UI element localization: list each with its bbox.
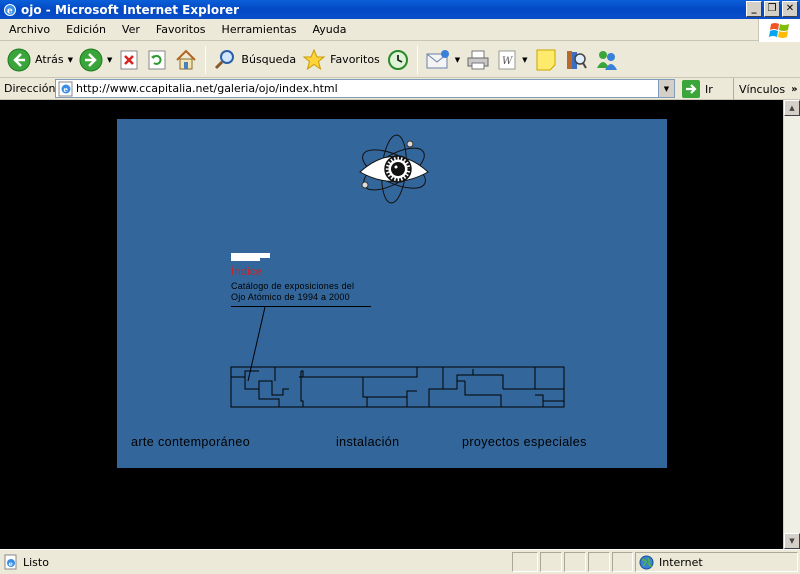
close-button[interactable]: ✕ [782, 1, 798, 17]
nav-instalacion[interactable]: instalación [336, 435, 399, 449]
menu-archivo[interactable]: Archivo [0, 23, 58, 36]
favorites-button[interactable]: Favoritos [299, 45, 383, 75]
title-bar: e ojo - Microsoft Internet Explorer _ ❐ … [0, 0, 800, 19]
go-arrow-icon [682, 80, 700, 98]
toolbar: Atrás ▼ ▼ Búsqueda Favoritos ▼ W ▼ [0, 42, 800, 78]
address-url: http://www.ccapitalia.net/galeria/ojo/in… [76, 82, 338, 95]
window-title: ojo - Microsoft Internet Explorer [21, 2, 240, 17]
mail-button[interactable]: ▼ [422, 45, 463, 75]
search-button[interactable]: Búsqueda [210, 45, 299, 75]
status-pane [564, 552, 586, 572]
windows-flag-icon [768, 22, 789, 38]
word-icon: W [498, 50, 516, 69]
print-button[interactable] [463, 45, 493, 75]
restore-icon: ❐ [767, 3, 777, 14]
favorites-label: Favoritos [330, 53, 380, 66]
chevron-right-icon: » [791, 83, 798, 95]
messenger-button[interactable] [591, 45, 623, 75]
history-button[interactable] [383, 45, 413, 75]
chevron-down-icon: ▼ [789, 537, 795, 545]
toolbar-separator [416, 45, 418, 74]
page-viewport: Índice Catálogo de exposiciones del Ojo … [0, 100, 783, 549]
forward-dropdown-icon[interactable]: ▼ [107, 56, 112, 64]
page-done-icon: e [4, 554, 17, 570]
nav-arte-contemporaneo[interactable]: arte contemporáneo [131, 435, 250, 449]
home-button[interactable] [171, 45, 201, 75]
address-input[interactable]: e http://www.ccapitalia.net/galeria/ojo/… [55, 79, 675, 98]
menu-herramientas[interactable]: Herramientas [214, 23, 305, 36]
chevron-down-icon: ▼ [663, 84, 670, 93]
star-icon [302, 48, 326, 70]
research-button[interactable] [561, 45, 591, 75]
close-icon: ✕ [785, 3, 795, 14]
back-button[interactable]: Atrás ▼ [4, 45, 76, 75]
stop-button[interactable] [115, 45, 143, 75]
chevron-up-icon: ▲ [789, 104, 795, 112]
svg-text:e: e [9, 560, 13, 568]
scroll-down-button[interactable]: ▼ [784, 533, 800, 549]
address-dropdown-button[interactable]: ▼ [658, 80, 674, 97]
messenger-icon [596, 50, 617, 70]
svg-text:e: e [7, 6, 13, 16]
scroll-up-button[interactable]: ▲ [784, 100, 800, 116]
windows-logo [758, 19, 800, 42]
back-arrow-icon [7, 48, 31, 71]
status-pane [512, 552, 538, 572]
security-zone: Internet [635, 552, 798, 572]
address-bar: Dirección e http://www.ccapitalia.net/ga… [0, 78, 800, 100]
menu-bar: Archivo Edición Ver Favoritos Herramient… [0, 19, 800, 41]
globe-icon [639, 555, 654, 569]
minimize-icon: _ [751, 3, 757, 14]
home-icon [176, 49, 197, 69]
vertical-scrollbar[interactable]: ▲ ▼ [783, 100, 800, 549]
links-button[interactable]: Vínculos » [733, 78, 798, 100]
forward-arrow-icon [79, 48, 103, 71]
search-label: Búsqueda [241, 53, 297, 66]
menu-ver[interactable]: Ver [114, 23, 148, 36]
links-label: Vínculos [739, 82, 786, 96]
mail-dropdown-icon[interactable]: ▼ [455, 56, 460, 64]
go-label: Ir [705, 82, 713, 96]
status-pane [540, 552, 562, 572]
research-icon [566, 50, 587, 69]
address-label: Dirección [4, 82, 56, 95]
svg-text:W: W [502, 56, 513, 67]
edit-dropdown-icon[interactable]: ▼ [522, 56, 527, 64]
status-pane [612, 552, 633, 572]
page-icon: e [58, 81, 73, 97]
stop-icon [120, 50, 138, 69]
content-panel: Índice Catálogo de exposiciones del Ojo … [117, 119, 667, 468]
discuss-button[interactable] [531, 45, 561, 75]
toolbar-separator [205, 45, 207, 74]
history-icon [387, 49, 408, 70]
refresh-button[interactable] [143, 45, 171, 75]
note-icon [536, 49, 556, 70]
floor-plan-map[interactable] [117, 119, 667, 468]
status-pane [588, 552, 610, 572]
zone-label: Internet [659, 555, 703, 569]
forward-button[interactable]: ▼ [76, 45, 115, 75]
nav-proyectos-especiales[interactable]: proyectos especiales [462, 435, 587, 449]
menu-ayuda[interactable]: Ayuda [304, 23, 354, 36]
mail-icon [426, 49, 449, 68]
menu-favoritos[interactable]: Favoritos [148, 23, 214, 36]
ie-icon: e [4, 3, 16, 16]
status-main: e Listo [0, 552, 510, 572]
back-dropdown-icon[interactable]: ▼ [68, 56, 73, 64]
refresh-icon [148, 50, 166, 69]
status-text: Listo [23, 555, 49, 569]
menu-edicion[interactable]: Edición [58, 23, 114, 36]
printer-icon [467, 50, 489, 69]
go-button[interactable]: Ir [682, 80, 713, 98]
search-icon [215, 49, 235, 69]
maximize-button[interactable]: ❐ [764, 1, 780, 17]
status-bar: e Listo Internet [0, 549, 800, 574]
minimize-button[interactable]: _ [746, 1, 762, 17]
back-label: Atrás [35, 53, 64, 66]
edit-button[interactable]: W ▼ [493, 45, 530, 75]
svg-text:e: e [64, 85, 69, 94]
